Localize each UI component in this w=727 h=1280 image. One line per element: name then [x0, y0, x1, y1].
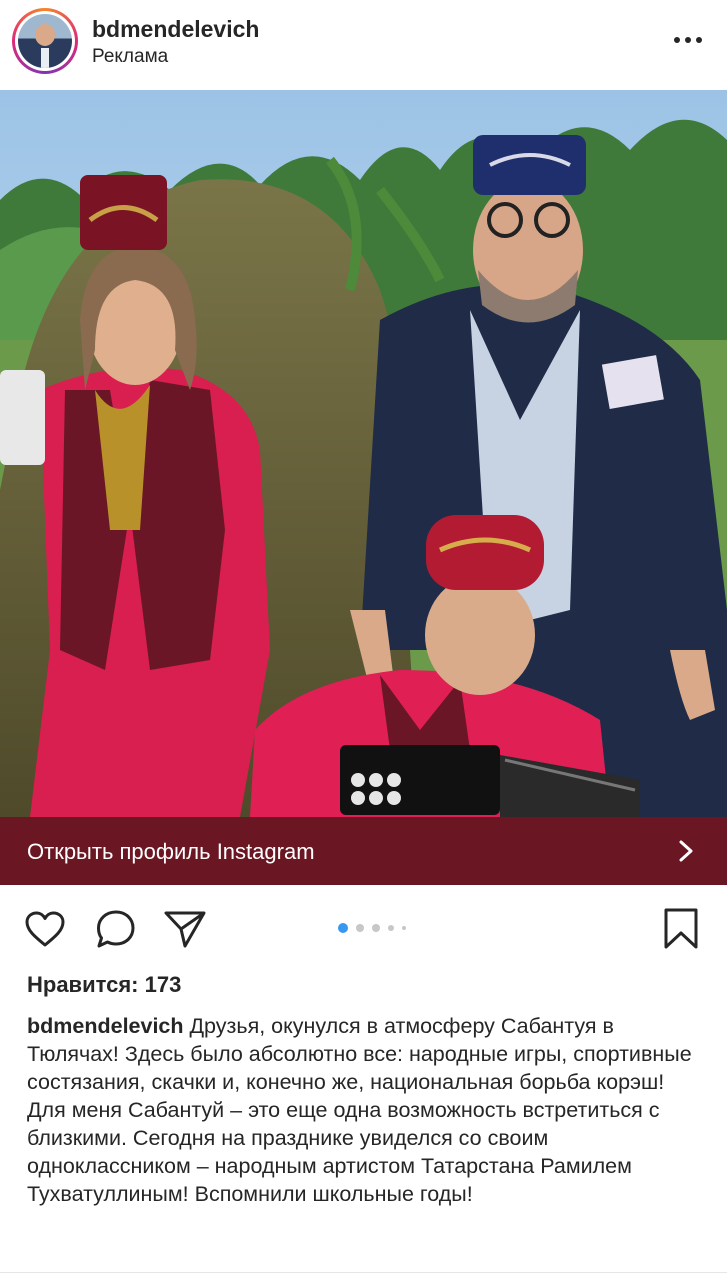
carousel-dot [388, 925, 394, 931]
sponsored-label: Реклама [92, 46, 169, 67]
post-actions [0, 885, 727, 975]
likes-count[interactable]: Нравится: 173 [27, 972, 181, 998]
paper-plane-icon[interactable] [163, 909, 207, 949]
comment-icon[interactable] [95, 909, 137, 949]
avatar-border [15, 11, 75, 71]
carousel-dot [356, 924, 364, 932]
post-username[interactable]: bdmendelevich [92, 16, 259, 43]
carousel-dot-active [338, 923, 348, 933]
post-header: bdmendelevich Реклама [0, 0, 727, 90]
avatar-head-shape [35, 24, 55, 46]
avatar[interactable] [12, 8, 78, 74]
post-photo[interactable] [0, 90, 727, 817]
chevron-right-icon [679, 840, 693, 862]
more-dots-icon[interactable] [672, 28, 704, 52]
avatar-shirt-shape [41, 48, 49, 68]
avatar-photo [18, 14, 72, 68]
post-photo-illustration [0, 90, 727, 817]
bookmark-icon[interactable] [662, 907, 700, 951]
post-caption: bdmendelevich Друзья, окунулся в атмосфе… [27, 1012, 707, 1208]
carousel-dot [372, 924, 380, 932]
caption-text-2: Для меня Сабантуй – это еще одна возможн… [27, 1098, 660, 1206]
open-profile-label: Открыть профиль Instagram [27, 839, 315, 864]
caption-username[interactable]: bdmendelevich [27, 1014, 184, 1038]
carousel-dot [402, 926, 406, 930]
open-profile-button[interactable]: Открыть профиль Instagram [0, 817, 727, 885]
heart-icon[interactable] [24, 910, 66, 948]
caption-first-paragraph: bdmendelevich Друзья, окунулся в атмосфе… [27, 1012, 707, 1096]
